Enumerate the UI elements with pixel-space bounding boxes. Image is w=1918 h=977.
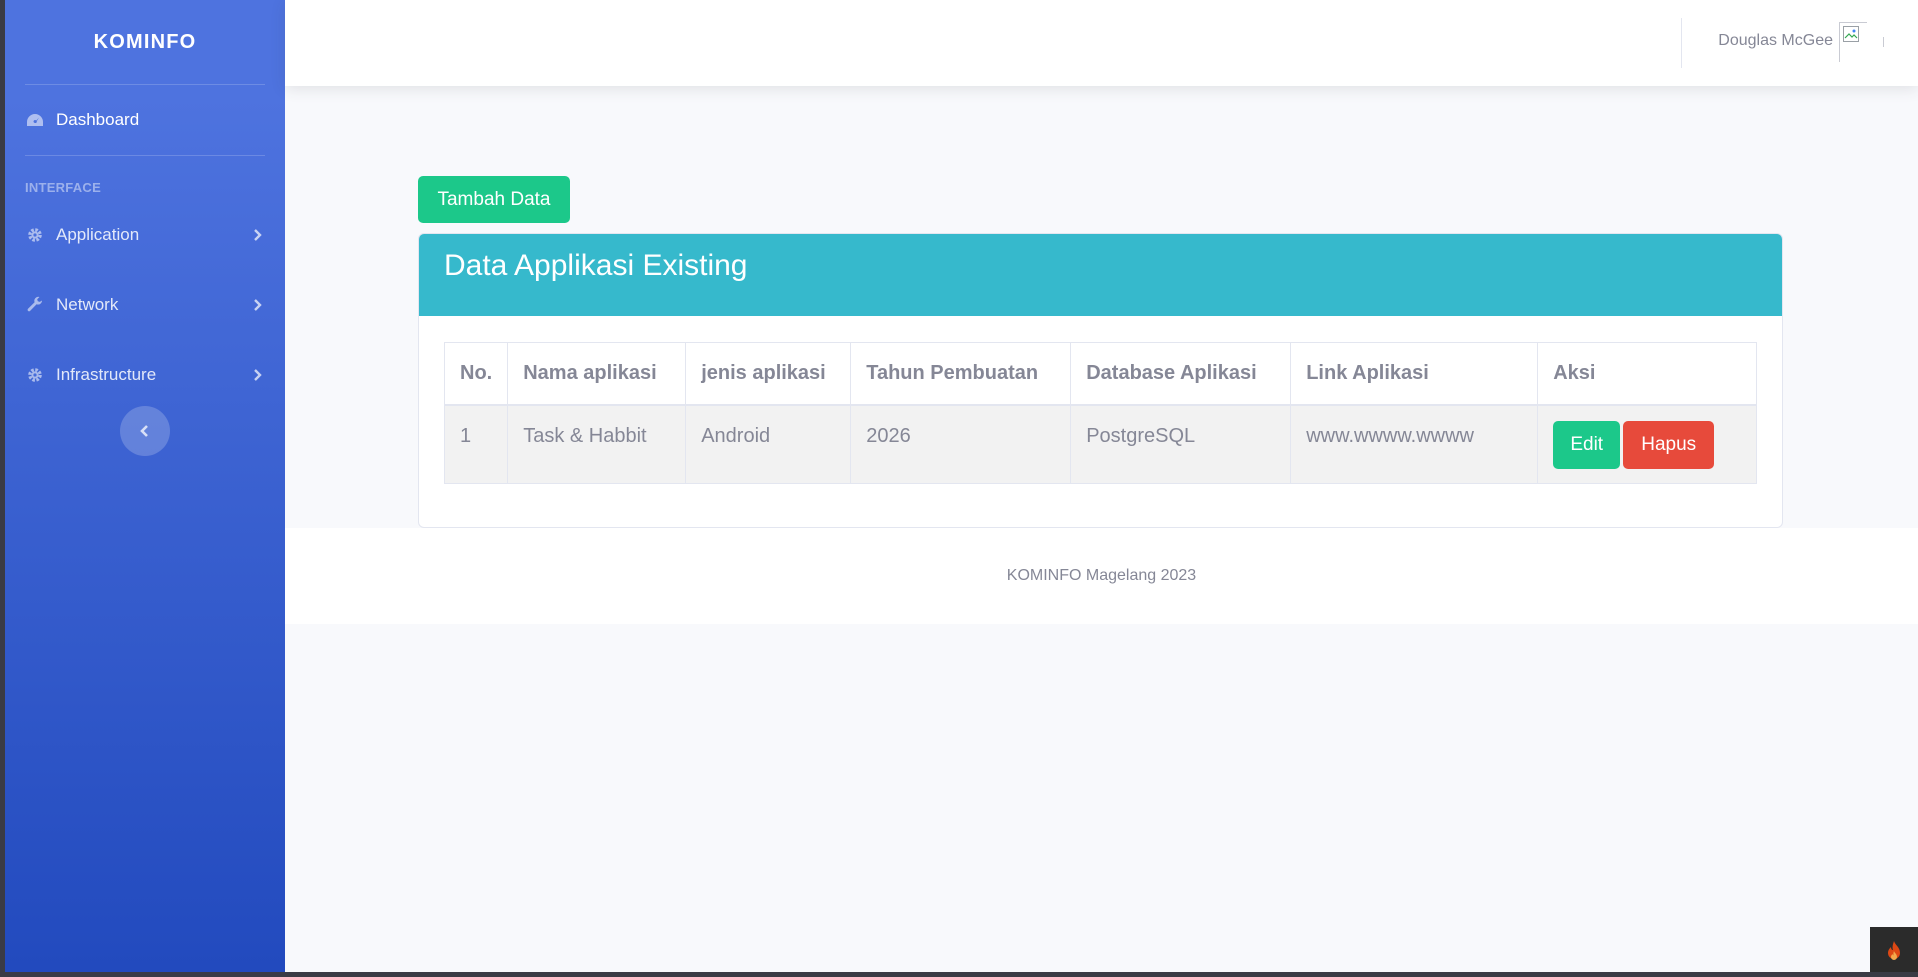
column-header: Link Aplikasi [1290, 342, 1539, 406]
window-bottom-edge [0, 972, 1918, 977]
card-title: Data Applikasi Existing [419, 234, 1782, 316]
chevron-right-icon [254, 369, 262, 381]
flame-icon [1888, 941, 1900, 960]
column-header: Tahun Pembuatan [850, 342, 1072, 406]
data-card: Data Applikasi Existing No. Nama aplikas… [418, 233, 1783, 528]
tachometer-icon [25, 110, 45, 130]
cell-jenis: Android [685, 404, 852, 484]
sidebar-item-infrastructure[interactable]: Infrastructure [5, 340, 285, 410]
sidebar-item-network[interactable]: Network [5, 270, 285, 340]
cell-link: www.wwww.wwww [1290, 404, 1539, 484]
user-name[interactable]: Douglas McGee [1718, 32, 1833, 50]
column-header: No. [443, 342, 509, 406]
delete-button[interactable]: Hapus [1623, 420, 1715, 469]
sidebar-item-application[interactable]: Application [5, 200, 285, 270]
sidebar-item-dashboard[interactable]: Dashboard [5, 85, 285, 155]
cell-actions: Edit Hapus [1537, 404, 1757, 484]
sidebar-heading: INTERFACE [25, 180, 102, 195]
app-frame: KOMINFO Dashboard INTERFACE Application … [5, 0, 1918, 972]
chevron-left-icon [140, 425, 148, 437]
table-header-row: No. Nama aplikasi jenis aplikasi Tahun P… [443, 342, 1757, 406]
topbar-divider [1883, 37, 1884, 47]
sidebar-item-label: Application [56, 225, 140, 244]
cell-no: 1 [443, 404, 509, 484]
footer-text: KOMINFO Magelang 2023 [1006, 567, 1197, 584]
chevron-right-icon [254, 229, 262, 241]
broken-image-icon [1843, 26, 1859, 42]
cell-nama: Task & Habbit [507, 404, 687, 484]
gear-icon [25, 365, 45, 385]
table-row: 1 Task & Habbit Android 2026 PostgreSQL … [443, 404, 1757, 484]
sidebar-divider [25, 155, 265, 156]
chevron-right-icon [254, 299, 262, 311]
footer: KOMINFO Magelang 2023 [285, 528, 1918, 624]
cell-database: PostgreSQL [1070, 404, 1292, 484]
add-data-button[interactable]: Tambah Data [418, 176, 570, 223]
sidebar: KOMINFO Dashboard INTERFACE Application … [5, 0, 285, 972]
sidebar-item-label: Network [56, 295, 119, 314]
sidebar-item-label: Infrastructure [56, 365, 157, 384]
debug-toolbar-button[interactable] [1870, 927, 1918, 977]
sidebar-toggle-button[interactable] [120, 406, 170, 456]
topbar-divider [1681, 18, 1682, 68]
sidebar-item-label: Dashboard [56, 110, 140, 129]
sidebar-brand[interactable]: KOMINFO [5, 0, 285, 84]
edit-button[interactable]: Edit [1553, 420, 1621, 469]
column-header: Database Aplikasi [1070, 342, 1292, 406]
topbar: Douglas McGee [285, 0, 1918, 86]
column-header: jenis aplikasi [685, 342, 852, 406]
column-header: Nama aplikasi [507, 342, 687, 406]
data-table: No. Nama aplikasi jenis aplikasi Tahun P… [443, 342, 1757, 484]
wrench-icon [25, 295, 45, 315]
gear-icon [25, 225, 45, 245]
column-header: Aksi [1537, 342, 1757, 406]
cell-tahun: 2026 [850, 404, 1072, 484]
avatar[interactable] [1839, 22, 1867, 62]
